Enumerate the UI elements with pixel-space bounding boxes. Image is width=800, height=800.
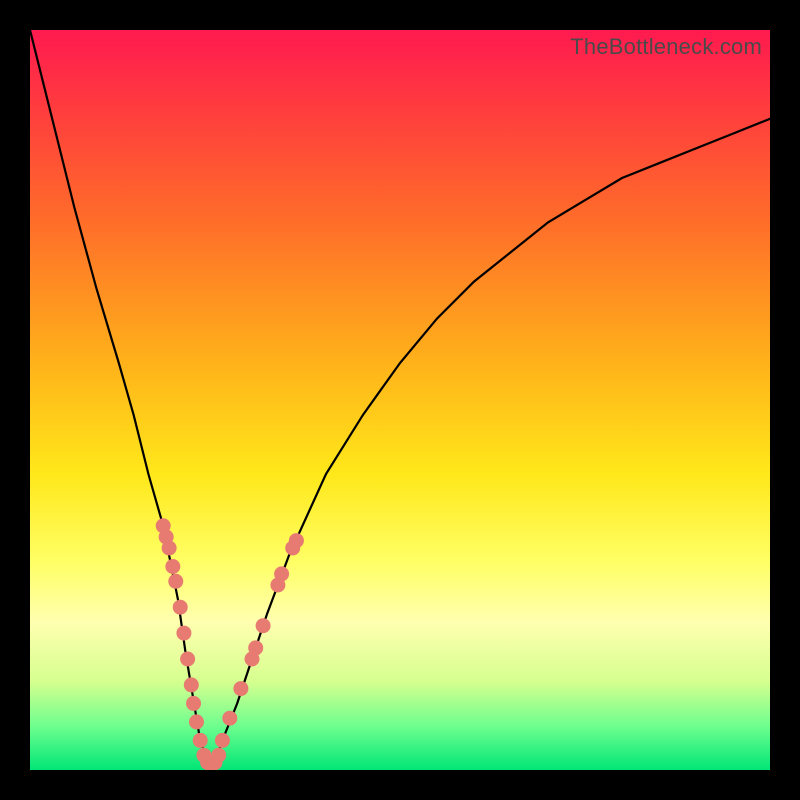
- highlight-dot: [162, 541, 177, 556]
- highlight-dot: [168, 574, 183, 589]
- highlight-dot: [215, 733, 230, 748]
- highlight-dot: [256, 618, 271, 633]
- highlight-dot: [274, 566, 289, 581]
- chart-svg: [30, 30, 770, 770]
- highlight-dot: [233, 681, 248, 696]
- plot-area: TheBottleneck.com: [30, 30, 770, 770]
- highlight-dot: [180, 652, 195, 667]
- highlight-dot: [222, 711, 237, 726]
- chart-frame: TheBottleneck.com: [0, 0, 800, 800]
- highlight-dot: [289, 533, 304, 548]
- bottleneck-curve: [30, 30, 770, 763]
- highlight-dot: [184, 677, 199, 692]
- highlight-dot: [173, 600, 188, 615]
- highlight-dot: [248, 640, 263, 655]
- highlight-dots: [156, 518, 304, 770]
- highlight-dot: [211, 748, 226, 763]
- highlight-dot: [193, 733, 208, 748]
- highlight-dot: [189, 714, 204, 729]
- highlight-dot: [165, 559, 180, 574]
- highlight-dot: [186, 696, 201, 711]
- highlight-dot: [176, 626, 191, 641]
